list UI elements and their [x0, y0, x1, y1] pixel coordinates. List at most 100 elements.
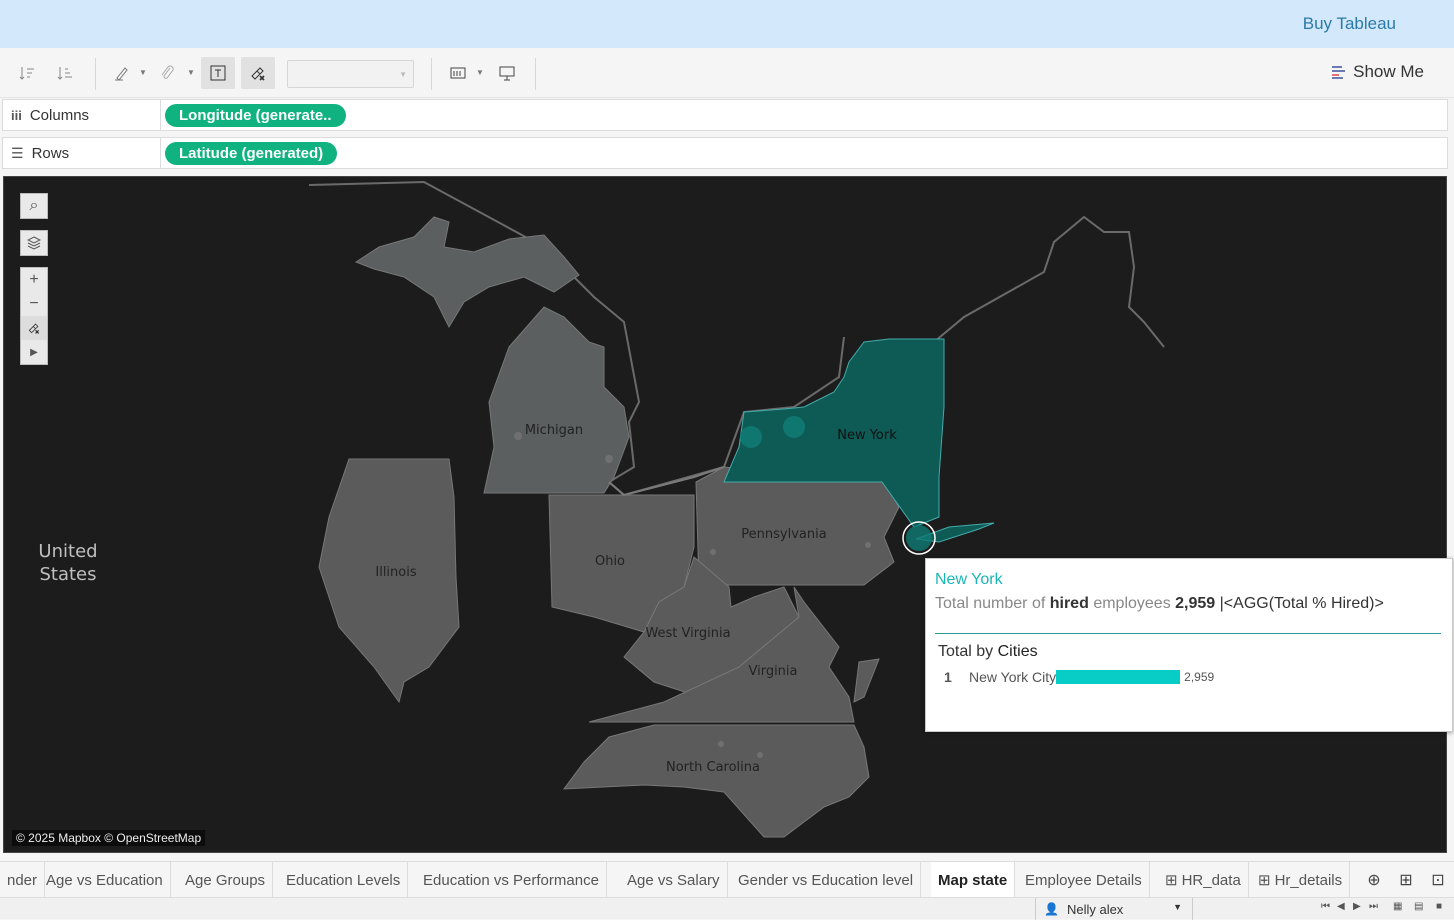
- toolbar-separator: [535, 58, 536, 90]
- fit-caret-icon[interactable]: ▼: [476, 68, 484, 77]
- country-label-line1: United: [38, 541, 97, 562]
- rows-shelf: ☰ Rows Latitude (generated): [2, 137, 1448, 169]
- tooltip-subtitle-prefix: Total by: [938, 643, 994, 660]
- status-bar: 👤 Nelly alex ▼ ⏮ ◀ ▶ ⏭ ▦ ▤ ■: [0, 897, 1454, 920]
- map-tooltip: New York Total number of hired employees…: [925, 558, 1453, 732]
- previous-sheet-icon[interactable]: ◀: [1337, 901, 1345, 912]
- fit-width-icon[interactable]: [441, 57, 475, 89]
- city-dot: [710, 549, 716, 555]
- city-dot[interactable]: [740, 426, 762, 448]
- city-name: New York City: [969, 669, 1057, 685]
- city-dot: [718, 741, 724, 747]
- new-york-label: New York: [837, 428, 897, 443]
- show-me-label: Show Me: [1353, 62, 1424, 81]
- pennsylvania-label: Pennsylvania: [741, 527, 826, 542]
- ohio-label: Ohio: [595, 554, 625, 569]
- show-tabs-icon[interactable]: ■: [1436, 901, 1442, 912]
- rows-label: Rows: [31, 144, 70, 162]
- chevron-down-icon: ▼: [399, 70, 407, 79]
- clear-pins-icon[interactable]: [241, 57, 275, 89]
- maine-border: [933, 215, 1165, 348]
- city-dot[interactable]: [783, 416, 805, 438]
- tooltip-divider: [935, 633, 1441, 634]
- columns-shelf: iii Columns Longitude (generate..: [2, 99, 1448, 131]
- columns-icon: iii: [11, 107, 22, 123]
- toolbar-separator: [431, 58, 432, 90]
- user-name: Nelly alex: [1066, 901, 1124, 917]
- rows-icon: ☰: [11, 144, 24, 161]
- next-sheet-icon[interactable]: ▶: [1353, 901, 1361, 912]
- illinois-state[interactable]: [318, 458, 460, 704]
- tooltip-subtitle-bold: Cities: [997, 643, 1038, 660]
- user-icon: 👤: [1044, 902, 1059, 916]
- paperclip-caret-icon[interactable]: ▼: [187, 68, 195, 77]
- tooltip-city-row: 1 New York City 2,959: [944, 669, 1214, 685]
- tooltip-line-mid: employees: [1093, 595, 1171, 612]
- sort-ascending-icon[interactable]: [10, 57, 44, 89]
- buy-tableau-link[interactable]: Buy Tableau: [1303, 14, 1396, 34]
- city-rank: 1: [944, 669, 952, 685]
- tooltip-title: New York: [935, 571, 1003, 588]
- selected-city-dot[interactable]: [906, 525, 932, 551]
- tooltip-hired-line: Total number of hired employees 2,959 |<…: [935, 595, 1384, 613]
- show-mark-labels-icon[interactable]: [201, 57, 235, 89]
- map-canvas: Michigan New York Pennsylvania Ohio Illi…: [38, 180, 1165, 838]
- mark-type-dropdown[interactable]: ▼: [287, 60, 414, 88]
- show-me-icon: [1332, 66, 1346, 79]
- columns-shelf-label-container: iii Columns: [3, 100, 161, 130]
- tab-education-levels[interactable]: Education Levels: [279, 862, 409, 898]
- new-dashboard-icon[interactable]: ⊞: [1396, 870, 1416, 890]
- columns-label: Columns: [29, 106, 90, 124]
- tab-hr-details[interactable]: ⊞ Hr_details: [1251, 862, 1351, 898]
- paperclip-icon[interactable]: [150, 57, 184, 89]
- map-search-control: ⌕: [20, 193, 48, 219]
- tab-age-vs-education[interactable]: Age vs Education: [39, 862, 171, 898]
- pennsylvania-state[interactable]: [695, 466, 900, 586]
- zoom-out-icon[interactable]: −: [21, 292, 47, 316]
- tooltip-line-prefix: Total number of: [935, 595, 1046, 612]
- tab-employee-details[interactable]: Employee Details: [1018, 862, 1150, 898]
- tab-map-state[interactable]: Map state: [931, 862, 1016, 898]
- expand-toolbar-icon[interactable]: ▶: [21, 340, 47, 364]
- last-sheet-icon[interactable]: ⏭: [1369, 901, 1378, 912]
- sort-descending-icon[interactable]: [48, 57, 82, 89]
- tab-gender-vs-education-level[interactable]: Gender vs Education level: [731, 862, 922, 898]
- michigan-state[interactable]: [483, 306, 630, 494]
- tab-age-vs-salary[interactable]: Age vs Salary: [620, 862, 728, 898]
- show-filmstrip-icon[interactable]: ▤: [1414, 901, 1423, 912]
- city-dot: [865, 542, 871, 548]
- highlight-caret-icon[interactable]: ▼: [139, 68, 147, 77]
- show-me-button[interactable]: Show Me: [1331, 62, 1424, 82]
- clear-pins-map-icon[interactable]: [21, 316, 47, 340]
- top-banner: Buy Tableau: [0, 0, 1454, 48]
- longitude-pill[interactable]: Longitude (generate..: [165, 104, 346, 127]
- latitude-pill[interactable]: Latitude (generated): [165, 142, 338, 165]
- presentation-mode-icon[interactable]: [490, 57, 524, 89]
- city-dot: [757, 752, 763, 758]
- map-attribution[interactable]: © 2025 Mapbox © OpenStreetMap: [12, 830, 206, 846]
- zoom-in-icon[interactable]: +: [21, 268, 47, 292]
- illinois-label: Illinois: [375, 565, 416, 580]
- new-story-icon[interactable]: ⊡: [1428, 870, 1448, 890]
- tab-education-vs-performance[interactable]: Education vs Performance: [416, 862, 607, 898]
- city-dot: [605, 455, 613, 463]
- user-menu[interactable]: 👤 Nelly alex ▼: [1035, 898, 1193, 920]
- highlight-icon[interactable]: [104, 57, 138, 89]
- city-dot: [514, 432, 522, 440]
- west-virginia-label: West Virginia: [645, 626, 730, 641]
- grid-icon: ⊞: [1258, 872, 1271, 889]
- north-carolina-label: North Carolina: [666, 760, 760, 775]
- first-sheet-icon[interactable]: ⏮: [1321, 901, 1330, 912]
- tab-age-groups[interactable]: Age Groups: [178, 862, 274, 898]
- map-view[interactable]: Michigan New York Pennsylvania Ohio Illi…: [3, 176, 1447, 853]
- delmarva-peninsula: [853, 658, 880, 703]
- tooltip-subtitle: Total by Cities: [938, 643, 1038, 661]
- search-icon[interactable]: ⌕: [21, 194, 47, 218]
- tab-hr-details-label: Hr_details: [1274, 871, 1343, 889]
- north-carolina-state[interactable]: [562, 724, 870, 838]
- new-worksheet-icon[interactable]: ⊕: [1364, 870, 1384, 890]
- show-sheet-sorter-icon[interactable]: ▦: [1393, 901, 1402, 912]
- layers-icon[interactable]: [21, 231, 47, 255]
- tab-hr-data[interactable]: ⊞ HR_data: [1158, 862, 1249, 898]
- virginia-label: Virginia: [748, 664, 797, 679]
